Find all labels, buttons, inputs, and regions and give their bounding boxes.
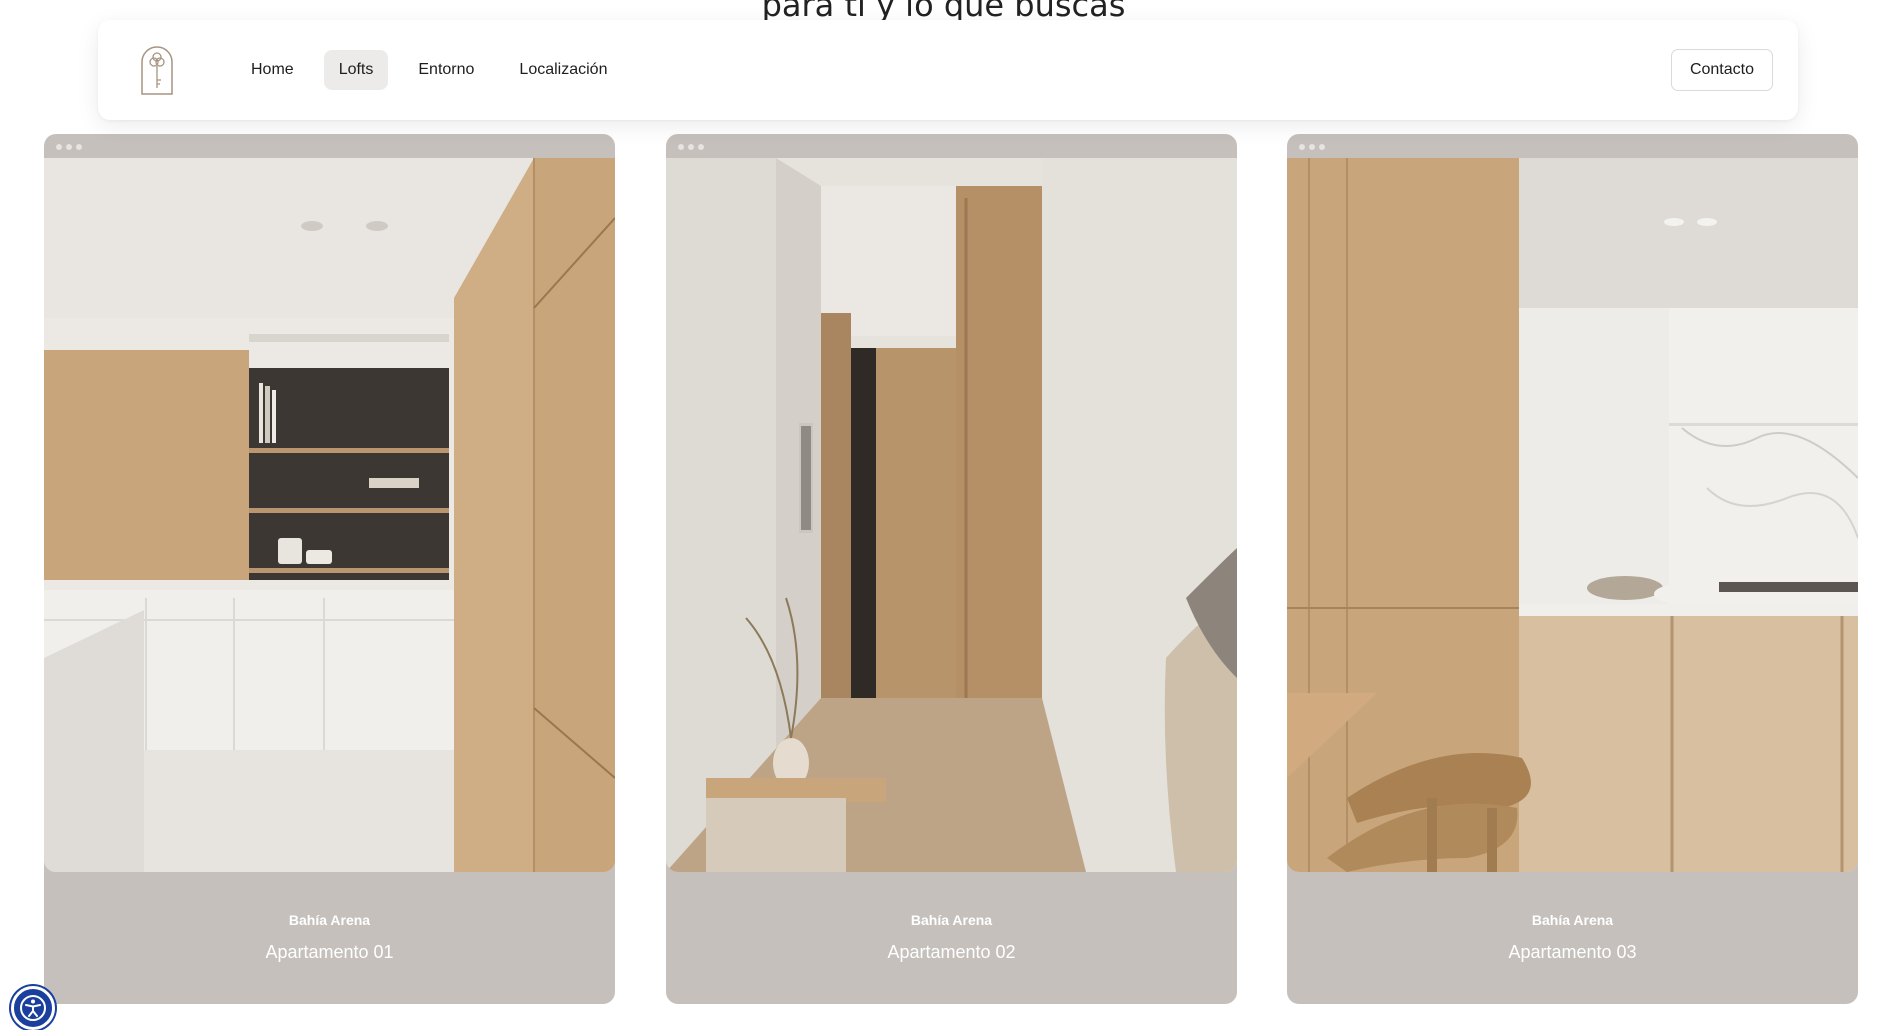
card-subtitle: Bahía Arena xyxy=(288,912,371,928)
card-window-bar xyxy=(666,134,1237,158)
nav-entorno[interactable]: Entorno xyxy=(403,50,489,90)
top-navigation: Home Lofts Entorno Localización Contacto xyxy=(98,20,1798,120)
key-logo[interactable] xyxy=(138,44,176,96)
interior-hallway-photo xyxy=(666,158,1237,872)
nav-lofts[interactable]: Lofts xyxy=(323,50,389,90)
card-title: Apartamento 01 xyxy=(265,942,394,962)
accessibility-button[interactable] xyxy=(11,986,55,1030)
card-subtitle: Bahía Arena xyxy=(910,912,993,928)
card-title: Apartamento 02 xyxy=(887,942,1016,962)
main-menu: Home Lofts Entorno Localización xyxy=(236,50,622,90)
nav-localizacion[interactable]: Localización xyxy=(504,50,622,90)
interior-kitchen-photo xyxy=(1287,158,1858,872)
card-subtitle: Bahía Arena xyxy=(1531,912,1614,928)
card-title: Apartamento 03 xyxy=(1508,942,1637,962)
card-window-bar xyxy=(1287,134,1858,158)
contact-button[interactable]: Contacto xyxy=(1670,49,1773,91)
card-window-bar xyxy=(44,134,615,158)
accessibility-icon xyxy=(20,995,46,1021)
interior-shelves-photo xyxy=(44,158,615,872)
nav-home[interactable]: Home xyxy=(236,50,309,90)
apartment-card-01[interactable]: Bahía Arena Apartamento 01 xyxy=(44,134,615,1004)
apartment-card-03[interactable]: Bahía Arena Apartamento 03 xyxy=(1287,134,1858,1004)
apartment-card-02[interactable]: Bahía Arena Apartamento 02 xyxy=(666,134,1237,1004)
